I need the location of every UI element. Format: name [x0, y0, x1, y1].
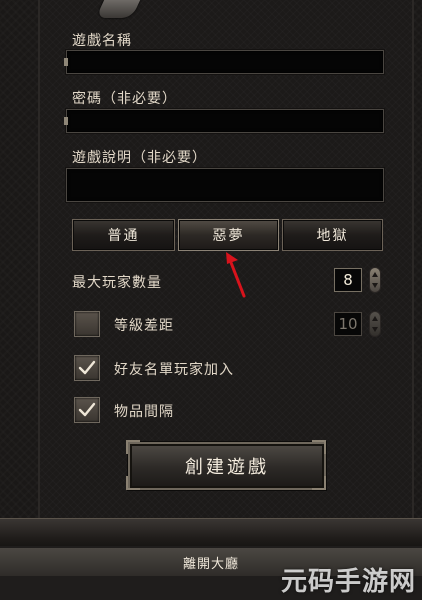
max-players-label: 最大玩家數量 [72, 275, 162, 291]
password-input[interactable] [67, 110, 383, 133]
button-corner-icon [126, 476, 140, 490]
difficulty-nightmare-button[interactable]: 惡夢 [178, 219, 279, 251]
password-label: 密碼（非必要） [72, 91, 177, 107]
button-corner-icon [312, 476, 326, 490]
game-name-input[interactable] [67, 51, 383, 74]
password-input-frame [64, 109, 384, 133]
friends-only-checkbox[interactable] [74, 355, 100, 381]
field-cap-icon [64, 117, 68, 125]
check-icon [78, 402, 96, 417]
description-input-frame [66, 168, 384, 202]
pointer-arrow-icon [226, 252, 246, 298]
check-icon [78, 360, 96, 375]
stepper-down-icon [372, 327, 378, 332]
create-game-button[interactable]: 創建遊戲 [128, 442, 326, 490]
level-diff-checkbox[interactable] [74, 311, 100, 337]
stepper-down-icon[interactable] [372, 283, 378, 288]
level-diff-value: 10 [334, 312, 362, 336]
difficulty-hell-button[interactable]: 地獄 [282, 219, 383, 251]
game-name-label: 遊戲名稱 [72, 33, 132, 49]
level-diff-stepper [369, 311, 381, 337]
difficulty-normal-button[interactable]: 普通 [72, 219, 175, 251]
level-diff-label: 等級差距 [114, 318, 174, 334]
game-name-input-frame [64, 50, 384, 74]
max-players-value[interactable]: 8 [334, 268, 362, 292]
stepper-up-icon [372, 316, 378, 321]
button-corner-icon [126, 440, 140, 454]
description-label: 遊戲說明（非必要） [72, 150, 207, 166]
item-spacing-checkbox[interactable] [74, 397, 100, 423]
description-input[interactable] [67, 169, 383, 201]
bottom-divider [0, 518, 422, 548]
friends-only-label: 好友名單玩家加入 [114, 362, 234, 378]
button-corner-icon [312, 440, 326, 454]
item-spacing-label: 物品間隔 [114, 404, 174, 420]
field-cap-icon [64, 58, 68, 66]
stepper-up-icon[interactable] [372, 272, 378, 277]
watermark: 元码手游网 [280, 567, 416, 597]
max-players-stepper[interactable] [369, 267, 381, 293]
